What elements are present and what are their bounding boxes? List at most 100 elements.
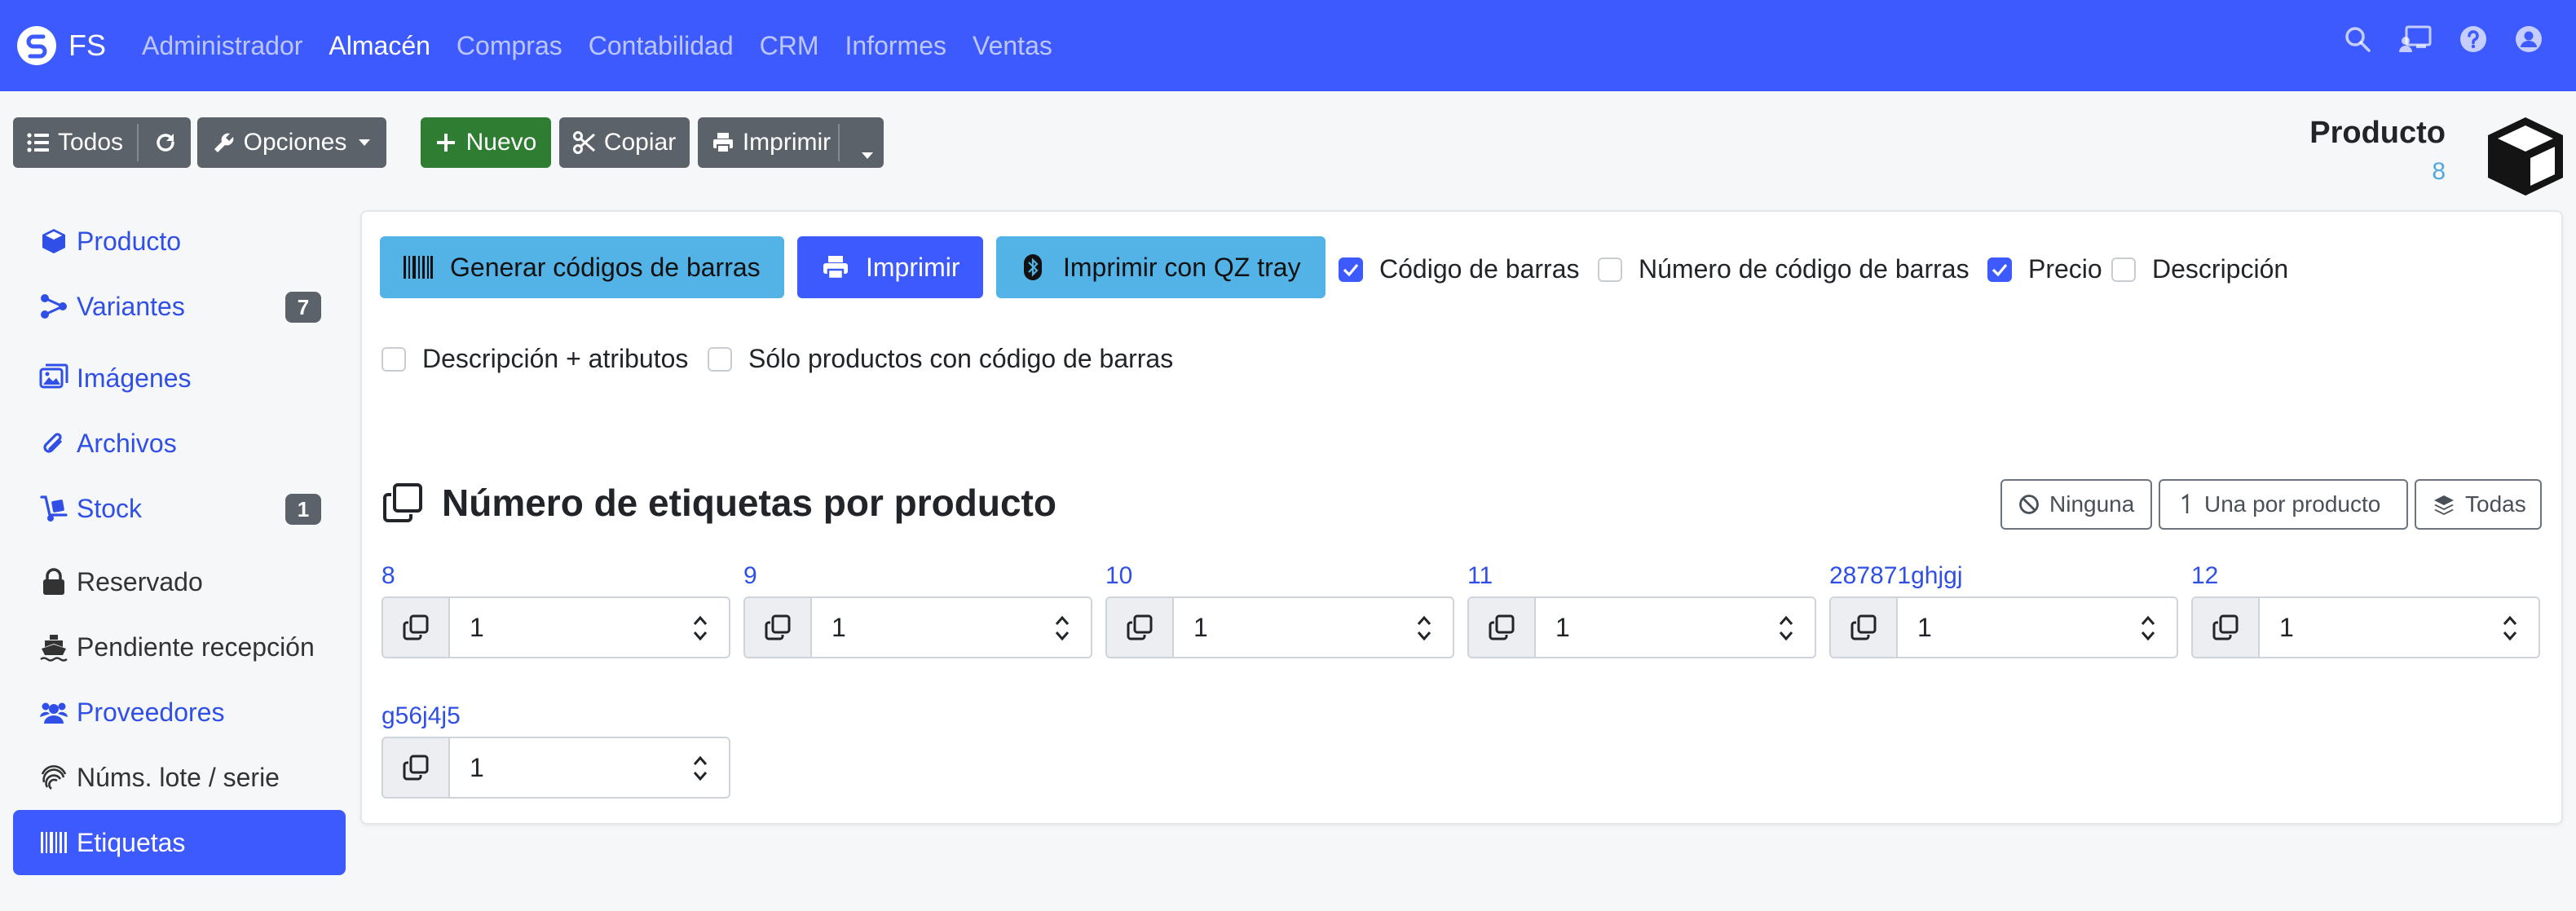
one-per-product-button[interactable]: Una por producto <box>2159 479 2408 530</box>
sidebar-item-label: Variantes <box>77 291 185 321</box>
help-icon[interactable] <box>2459 24 2488 54</box>
new-button[interactable]: Nuevo <box>421 117 551 168</box>
refresh-button[interactable] <box>138 131 177 154</box>
page-title: Producto <box>2309 116 2446 150</box>
sidebar-item-imagenes[interactable]: Imágenes <box>13 345 346 411</box>
sidebar-item-variantes[interactable]: Variantes 7 <box>13 274 346 339</box>
checkbox-unchecked-icon <box>1598 257 1622 282</box>
menu-compras[interactable]: Compras <box>457 31 562 61</box>
copy-icon <box>403 614 429 640</box>
label-quantity-group: 1 <box>1105 596 1454 658</box>
spinner-arrows-icon[interactable] <box>1053 613 1071 644</box>
quantity-input[interactable]: 1 <box>812 598 1091 657</box>
copy-quantity-button[interactable] <box>383 598 450 657</box>
spinner-arrows-icon[interactable] <box>2501 613 2519 644</box>
barcode-icon <box>41 832 67 853</box>
sidebar-item-etiquetas[interactable]: Etiquetas <box>13 810 346 875</box>
all-label: Todas <box>2465 491 2526 517</box>
user-icon[interactable] <box>2514 24 2543 54</box>
sidebar-item-stock[interactable]: Stock 1 <box>13 476 346 541</box>
users-icon <box>40 702 68 724</box>
option-numero-codigo-barras[interactable]: Número de código de barras <box>1598 254 1969 284</box>
cube-icon <box>42 229 65 253</box>
print-labels-button[interactable]: Imprimir <box>797 236 983 298</box>
print-button[interactable]: Imprimir <box>712 129 870 156</box>
option-descripcion[interactable]: Descripción <box>2111 254 2288 284</box>
print-qz-tray-button[interactable]: Imprimir con QZ tray <box>996 236 1325 298</box>
section-title-text: Número de etiquetas por producto <box>442 482 1056 524</box>
wrench-icon <box>214 133 233 152</box>
product-ref-link[interactable]: 10 <box>1105 562 1132 590</box>
menu-contabilidad[interactable]: Contabilidad <box>589 31 734 61</box>
menu-informes[interactable]: Informes <box>845 31 946 61</box>
print-qz-tray-label: Imprimir con QZ tray <box>1063 252 1301 282</box>
product-ref-link[interactable]: 12 <box>2191 562 2218 590</box>
spinner-arrows-icon[interactable] <box>691 613 709 644</box>
sidebar-item-producto[interactable]: Producto <box>13 209 346 274</box>
product-ref-link[interactable]: 287871ghjgj <box>1829 562 1963 590</box>
quantity-input[interactable]: 1 <box>2260 598 2539 657</box>
one-per-product-label: Una por producto <box>2204 491 2381 517</box>
ship-icon <box>40 635 68 662</box>
product-ref-link[interactable]: g56j4j5 <box>382 702 461 730</box>
copy-quantity-button[interactable] <box>1107 598 1174 657</box>
none-button[interactable]: Ninguna <box>2000 479 2152 530</box>
spinner-arrows-icon[interactable] <box>1777 613 1795 644</box>
menu-administrador[interactable]: Administrador <box>142 31 302 61</box>
copy-quantity-button[interactable] <box>2193 598 2260 657</box>
quantity-value: 1 <box>831 612 846 642</box>
option-solo-con-codigo[interactable]: Sólo productos con código de barras <box>708 344 1173 374</box>
copy-icon <box>765 614 791 640</box>
sidebar-item-pendiente-recepcion[interactable]: Pendiente recepción <box>13 614 346 680</box>
menu-almacen[interactable]: Almacén <box>329 31 430 61</box>
product-ref-link[interactable]: 9 <box>743 562 757 590</box>
brand[interactable]: FS <box>16 25 106 66</box>
generate-barcodes-button[interactable]: Generar códigos de barras <box>380 236 784 298</box>
quantity-input[interactable]: 1 <box>1174 598 1453 657</box>
quantity-input[interactable]: 1 <box>1536 598 1815 657</box>
new-label: Nuevo <box>465 129 537 156</box>
main-menu: Administrador Almacén Compras Contabilid… <box>142 31 1078 61</box>
cube-icon <box>2488 117 2563 196</box>
spinner-arrows-icon[interactable] <box>691 753 709 784</box>
all-records-button[interactable]: Todos <box>27 129 138 156</box>
option-label: Precio <box>2028 254 2102 284</box>
all-records-button-group: Todos <box>13 117 191 168</box>
option-precio[interactable]: Precio <box>1987 254 2102 284</box>
print-dropdown-toggle[interactable] <box>861 139 874 166</box>
product-ref-link[interactable]: 8 <box>382 562 395 590</box>
copy-quantity-button[interactable] <box>1469 598 1536 657</box>
menu-ventas[interactable]: Ventas <box>973 31 1052 61</box>
sidebar-item-lotes-serie[interactable]: Núms. lote / serie <box>13 745 346 810</box>
copy-quantity-button[interactable] <box>1831 598 1898 657</box>
sidebar-item-archivos[interactable]: Archivos <box>13 411 346 476</box>
sidebar-item-reservado[interactable]: Reservado <box>13 549 346 614</box>
chalkboard-user-icon[interactable] <box>2398 24 2433 54</box>
spinner-arrows-icon[interactable] <box>2139 613 2157 644</box>
sidebar-item-proveedores[interactable]: Proveedores <box>13 680 346 745</box>
label-quantity-group: 1 <box>1829 596 2178 658</box>
all-button[interactable]: Todas <box>2415 479 2542 530</box>
sitemap-icon <box>41 294 67 319</box>
menu-crm[interactable]: CRM <box>760 31 819 61</box>
copy-icon <box>403 755 429 781</box>
options-dropdown-button[interactable]: Opciones <box>197 117 386 168</box>
search-icon[interactable] <box>2343 24 2372 54</box>
sidebar-item-label: Stock <box>77 493 143 523</box>
copy-button[interactable]: Copiar <box>559 117 690 168</box>
copy-quantity-button[interactable] <box>383 738 450 797</box>
copy-quantity-button[interactable] <box>745 598 812 657</box>
caret-down-icon <box>359 139 371 146</box>
spinner-arrows-icon[interactable] <box>1415 613 1433 644</box>
option-codigo-barras[interactable]: Código de barras <box>1339 254 1579 284</box>
product-ref-link[interactable]: 11 <box>1467 562 1493 590</box>
fingerprint-icon <box>41 765 67 790</box>
quantity-value: 1 <box>470 752 484 782</box>
copy-label: Copiar <box>603 129 677 156</box>
option-descripcion-atributos[interactable]: Descripción + atributos <box>382 344 688 374</box>
quantity-input[interactable]: 1 <box>450 598 729 657</box>
quantity-input[interactable]: 1 <box>450 738 729 797</box>
copy-icon <box>1127 614 1153 640</box>
option-label: Código de barras <box>1379 254 1580 284</box>
quantity-input[interactable]: 1 <box>1898 598 2177 657</box>
